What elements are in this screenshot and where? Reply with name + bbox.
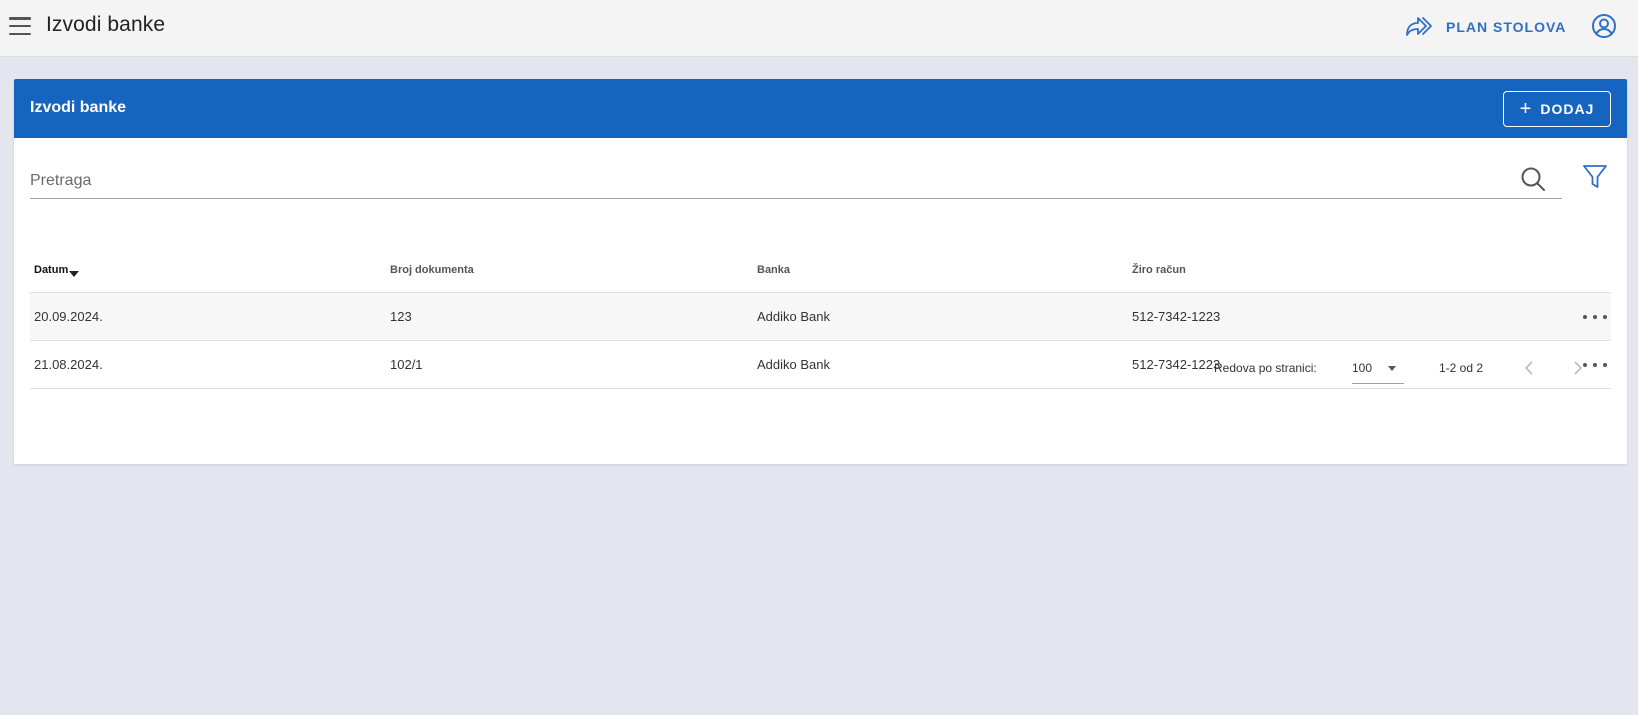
add-button[interactable]: + DODAJ — [1503, 91, 1611, 127]
card-title: Izvodi banke — [30, 99, 127, 116]
pagination-range: 1-2 od 2 — [1439, 361, 1484, 375]
more-horizontal-icon[interactable] — [1583, 309, 1607, 325]
plus-icon: + — [1519, 98, 1533, 120]
plan-stolova-label: PLAN STOLOVA — [1446, 19, 1567, 35]
top-app-bar: Izvodi banke PLAN STOLOVA — [0, 0, 1638, 57]
card-header: Izvodi banke + DODAJ — [14, 79, 1627, 138]
cell-ziro-racun: 512-7342-1223 — [1132, 309, 1221, 324]
search-input[interactable] — [30, 164, 1510, 198]
chevron-left-icon[interactable] — [1518, 357, 1540, 379]
add-button-label: DODAJ — [1540, 101, 1595, 117]
search-icon[interactable] — [1519, 165, 1547, 193]
account-icon[interactable] — [1590, 12, 1618, 40]
table-header: Datum Broj dokumenta Banka Žiro račun — [30, 247, 1611, 293]
search-field — [30, 164, 1562, 199]
cell-datum: 20.09.2024. — [34, 309, 103, 324]
column-header-label: Žiro račun — [1132, 264, 1186, 276]
plan-stolova-button[interactable]: PLAN STOLOVA — [1404, 12, 1566, 42]
cell-broj-dokumenta: 123 — [390, 309, 412, 324]
rows-per-page-label: Redova po stranici: — [1214, 361, 1317, 375]
caret-down-icon — [1388, 366, 1396, 371]
table-row[interactable]: 20.09.2024. 123 Addiko Bank 512-7342-122… — [30, 293, 1611, 341]
column-header-label: Banka — [757, 264, 791, 276]
rows-per-page-value: 100 — [1352, 361, 1373, 375]
chevron-right-icon[interactable] — [1567, 357, 1589, 379]
rows-per-page-select[interactable]: 100 — [1352, 352, 1404, 384]
filter-icon[interactable] — [1581, 163, 1609, 191]
column-header-broj-dokumenta[interactable]: Broj dokumenta — [390, 247, 474, 293]
column-header-banka[interactable]: Banka — [757, 247, 790, 293]
menu-icon[interactable] — [8, 15, 32, 37]
page-title: Izvodi banke — [46, 13, 166, 36]
column-header-label: Datum — [34, 264, 69, 276]
column-header-ziro-racun[interactable]: Žiro račun — [1132, 247, 1186, 293]
bank-statements-card: Izvodi banke + DODAJ Datum Broj dokument… — [14, 79, 1627, 464]
column-header-label: Broj dokumenta — [390, 264, 474, 276]
plan-arrow-icon — [1406, 17, 1432, 36]
pagination: Redova po stranici: 100 1-2 od 2 — [14, 342, 1627, 400]
column-header-datum[interactable]: Datum — [34, 247, 80, 293]
cell-banka: Addiko Bank — [757, 309, 830, 324]
sort-down-icon — [69, 271, 80, 277]
